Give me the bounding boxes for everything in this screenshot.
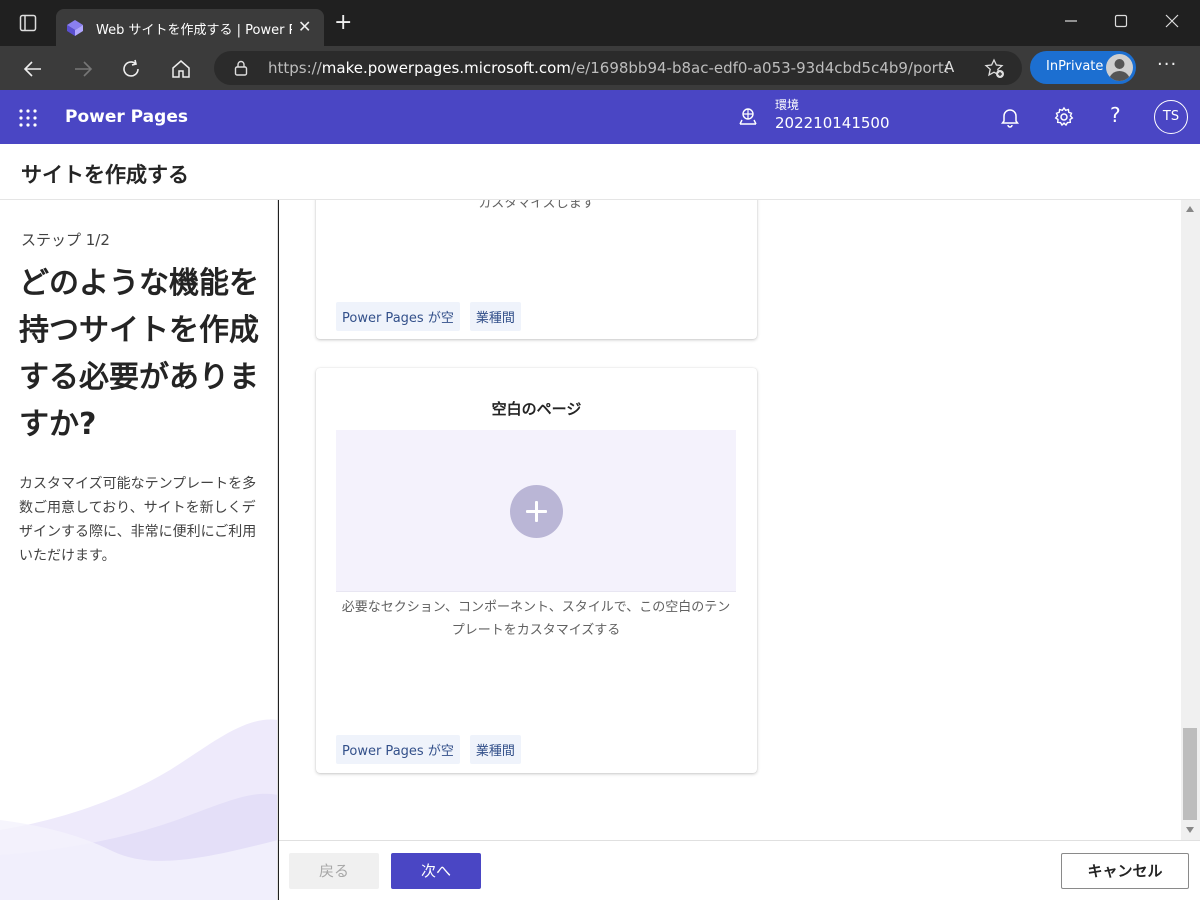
- step-indicator: ステップ 1/2: [21, 231, 110, 249]
- home-icon[interactable]: [170, 58, 192, 80]
- step-question-heading: どのような機能を持つサイトを作成する必要がありますか?: [19, 266, 259, 442]
- tab-close-icon[interactable]: ✕: [298, 17, 311, 36]
- page-header: サイトを作成する: [0, 144, 1200, 200]
- settings-gear-icon[interactable]: [1053, 106, 1075, 128]
- template-card-blank-page[interactable]: 空白のページ 必要なセクション、コンポーネント、スタイルで、この空白のテンプレー…: [316, 368, 757, 773]
- back-button[interactable]: 戻る: [289, 853, 379, 889]
- environment-label: 環境: [775, 98, 800, 112]
- browser-address-bar: https://make.powerpages.microsoft.com/e/…: [0, 46, 1200, 90]
- card-tags: Power Pages が空 業種間: [336, 735, 521, 764]
- decorative-wave-graphic: [0, 719, 277, 900]
- app-launcher-icon[interactable]: [19, 109, 37, 127]
- card-preview: [336, 430, 736, 592]
- maximize-icon[interactable]: [1114, 14, 1128, 28]
- card-description: カスタマイズします: [478, 200, 595, 211]
- environment-icon[interactable]: [738, 107, 758, 127]
- left-panel: ステップ 1/2 どのような機能を持つサイトを作成する必要がありますか? カスタ…: [0, 200, 278, 900]
- scroll-down-arrow-icon[interactable]: [1186, 827, 1194, 833]
- plus-icon: [510, 485, 563, 538]
- read-aloud-icon[interactable]: A: [944, 58, 954, 76]
- window-close-icon[interactable]: [1165, 14, 1179, 28]
- back-arrow-icon[interactable]: [22, 58, 44, 80]
- settings-more-icon[interactable]: ···: [1157, 54, 1177, 75]
- card-title: 空白のページ: [491, 400, 582, 418]
- tag-power-pages: Power Pages が空: [336, 302, 460, 331]
- content-scrollbar[interactable]: [1181, 200, 1200, 840]
- refresh-icon[interactable]: [120, 58, 142, 80]
- power-pages-favicon-icon: [67, 20, 83, 36]
- url-text: https://make.powerpages.microsoft.com/e/…: [268, 59, 948, 77]
- wizard-footer: 戻る 次へ キャンセル: [279, 840, 1200, 900]
- scroll-up-arrow-icon[interactable]: [1186, 206, 1194, 212]
- tag-power-pages: Power Pages が空: [336, 735, 460, 764]
- new-tab-button[interactable]: +: [334, 12, 352, 34]
- inprivate-button[interactable]: InPrivate: [1030, 51, 1136, 84]
- user-avatar-button[interactable]: TS: [1154, 100, 1188, 134]
- lock-icon[interactable]: [232, 59, 250, 77]
- minimize-icon[interactable]: [1064, 14, 1078, 28]
- page-title: サイトを作成する: [21, 163, 189, 187]
- url-field[interactable]: https://make.powerpages.microsoft.com/e/…: [214, 51, 1022, 85]
- inprivate-label: InPrivate: [1046, 59, 1104, 74]
- step-description: カスタマイズ可能なテンプレートを多数ご用意しており、サイトを新しくデザインする際…: [19, 476, 257, 564]
- browser-tab-active[interactable]: Web サイトを作成する | Power Pages ✕: [56, 9, 324, 46]
- app-header: Power Pages 環境 202210141500 ? TS: [0, 90, 1200, 144]
- tag-industry: 業種間: [469, 735, 521, 764]
- scrollbar-thumb[interactable]: [1183, 728, 1197, 820]
- card-description: 必要なセクション、コンポーネント、スタイルで、この空白のテンプレートをカスタマイ…: [341, 600, 731, 638]
- add-favorite-icon[interactable]: [984, 58, 1006, 80]
- browser-tab-bar: Web サイトを作成する | Power Pages ✕ +: [0, 0, 1200, 46]
- app-title: Power Pages: [65, 107, 188, 127]
- tab-actions-icon[interactable]: [19, 14, 37, 32]
- forward-arrow-icon[interactable]: [72, 58, 94, 80]
- cancel-button[interactable]: キャンセル: [1061, 853, 1189, 889]
- profile-person-icon: [1109, 59, 1130, 81]
- tab-title: Web サイトを作成する | Power Pages: [96, 23, 292, 38]
- tag-industry: 業種間: [469, 302, 521, 331]
- environment-value[interactable]: 202210141500: [775, 114, 890, 132]
- template-card-partial[interactable]: カスタマイズします Power Pages が空 業種間: [316, 200, 757, 339]
- next-button[interactable]: 次へ: [391, 853, 481, 889]
- card-tags: Power Pages が空 業種間: [336, 302, 521, 331]
- notifications-bell-icon[interactable]: [999, 106, 1021, 128]
- help-icon[interactable]: ?: [1110, 103, 1121, 127]
- profile-avatar: [1106, 54, 1133, 81]
- template-list: カスタマイズします Power Pages が空 業種間 空白のページ 必要なセ…: [279, 200, 1181, 840]
